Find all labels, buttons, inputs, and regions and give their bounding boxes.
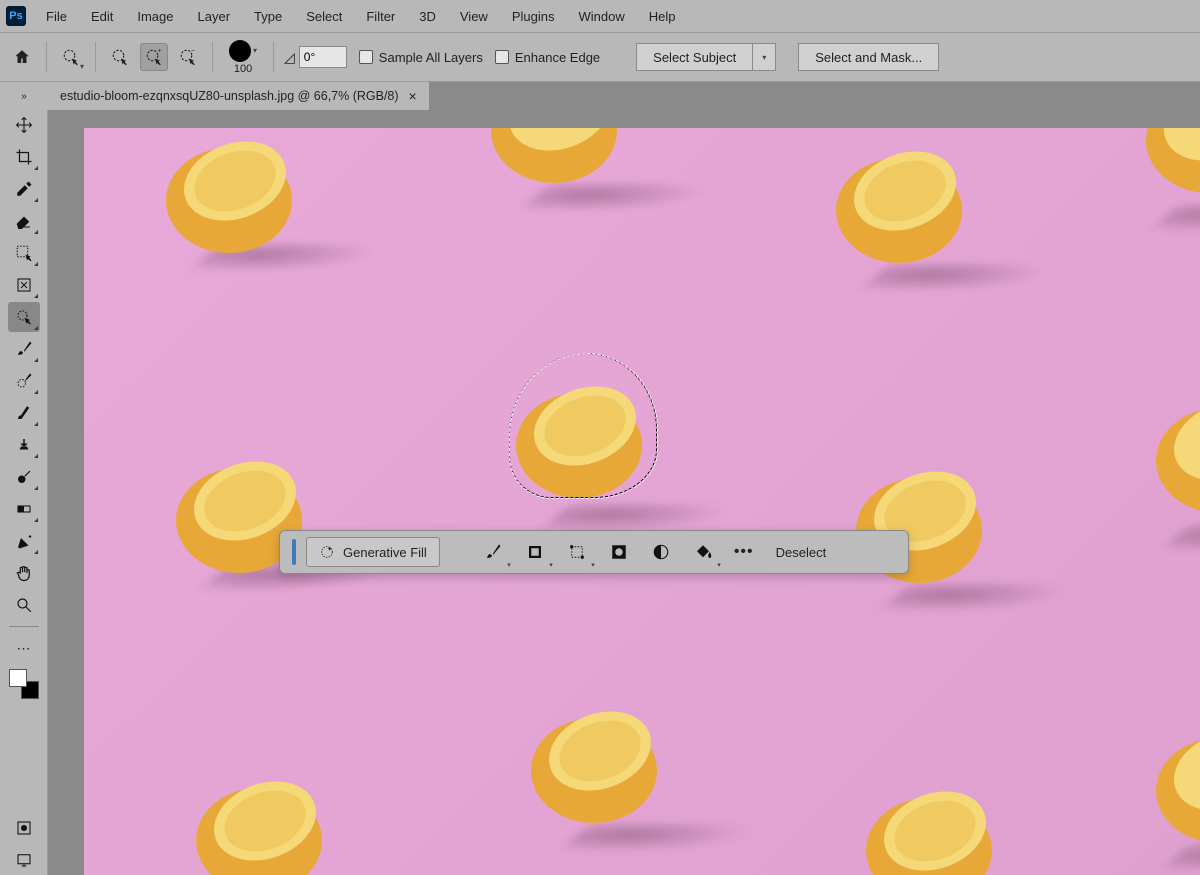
remove-tool[interactable] bbox=[8, 270, 40, 300]
brush-dot-icon bbox=[229, 40, 251, 62]
angle-icon: ◿ bbox=[284, 49, 295, 66]
brush-preview[interactable]: ▾ 100 bbox=[223, 40, 263, 75]
edit-toolbar-icon[interactable]: ⋯ bbox=[8, 633, 40, 663]
select-brush-icon[interactable] bbox=[476, 537, 510, 567]
menu-window[interactable]: Window bbox=[568, 5, 634, 28]
screen-mode-icon[interactable] bbox=[8, 845, 40, 875]
more-options-icon[interactable]: ••• bbox=[728, 543, 760, 561]
select-subject-dropdown[interactable]: ▾ bbox=[752, 43, 776, 71]
modify-selection-icon[interactable] bbox=[518, 537, 552, 567]
crop-tool[interactable] bbox=[8, 142, 40, 172]
select-subject-group: Select Subject ▾ bbox=[636, 43, 776, 71]
invert-selection-icon[interactable] bbox=[644, 537, 678, 567]
angle-input[interactable] bbox=[299, 46, 347, 68]
brush-size-label: 100 bbox=[234, 63, 252, 75]
eraser-tool[interactable] bbox=[8, 206, 40, 236]
sample-all-layers-checkbox[interactable]: Sample All Layers bbox=[359, 50, 483, 65]
toolbar-divider bbox=[9, 626, 39, 627]
home-button[interactable] bbox=[8, 43, 36, 71]
select-and-mask-button[interactable]: Select and Mask... bbox=[798, 43, 939, 71]
tools-panel: ⋯ bbox=[0, 110, 48, 875]
select-subject-button[interactable]: Select Subject bbox=[636, 43, 752, 71]
checkbox-icon[interactable] bbox=[495, 50, 509, 64]
divider bbox=[212, 42, 213, 72]
color-swatches[interactable] bbox=[9, 669, 39, 699]
checkbox-icon[interactable] bbox=[359, 50, 373, 64]
menu-layer[interactable]: Layer bbox=[188, 5, 241, 28]
enhance-edge-label: Enhance Edge bbox=[515, 50, 600, 65]
document-canvas[interactable]: Generative Fill ••• Deselect bbox=[84, 128, 1200, 875]
enhance-edge-checkbox[interactable]: Enhance Edge bbox=[495, 50, 600, 65]
gradient-tool[interactable] bbox=[8, 494, 40, 524]
menu-select[interactable]: Select bbox=[296, 5, 352, 28]
menu-plugins[interactable]: Plugins bbox=[502, 5, 565, 28]
contextual-task-bar: Generative Fill ••• Deselect bbox=[279, 530, 909, 574]
quick-mask-icon[interactable] bbox=[8, 813, 40, 843]
foreground-color-swatch[interactable] bbox=[9, 669, 27, 687]
transform-selection-icon[interactable] bbox=[560, 537, 594, 567]
document-tab-title: estudio-bloom-ezqnxsqUZ80-unsplash.jpg @… bbox=[60, 89, 399, 103]
subtract-from-selection-icon[interactable]: − bbox=[174, 43, 202, 71]
document-tab[interactable]: estudio-bloom-ezqnxsqUZ80-unsplash.jpg @… bbox=[48, 82, 429, 110]
menu-bar: Ps File Edit Image Layer Type Select Fil… bbox=[0, 0, 1200, 32]
menu-file[interactable]: File bbox=[36, 5, 77, 28]
spot-healing-brush-tool[interactable] bbox=[8, 366, 40, 396]
paint-brush-tool[interactable] bbox=[8, 398, 40, 428]
quick-select-new-icon[interactable] bbox=[57, 43, 85, 71]
brush-tool[interactable] bbox=[8, 334, 40, 364]
divider bbox=[46, 42, 47, 72]
eyedropper-tool[interactable] bbox=[8, 174, 40, 204]
divider bbox=[273, 42, 274, 72]
canvas-area[interactable]: Generative Fill ••• Deselect bbox=[48, 110, 1200, 875]
menu-3d[interactable]: 3D bbox=[409, 5, 446, 28]
brush-angle[interactable]: ◿ bbox=[284, 46, 347, 68]
generative-fill-label: Generative Fill bbox=[343, 545, 427, 560]
document-tab-bar: estudio-bloom-ezqnxsqUZ80-unsplash.jpg @… bbox=[0, 82, 1200, 110]
photoshop-logo-icon: Ps bbox=[6, 6, 26, 26]
expand-panels-icon[interactable]: » bbox=[0, 82, 48, 110]
svg-text:−: − bbox=[191, 48, 195, 55]
close-tab-icon[interactable]: × bbox=[409, 88, 417, 104]
object-selection-tool[interactable] bbox=[8, 238, 40, 268]
deselect-button[interactable]: Deselect bbox=[768, 545, 835, 560]
quick-selection-tool[interactable] bbox=[8, 302, 40, 332]
hand-tool[interactable] bbox=[8, 558, 40, 588]
menu-edit[interactable]: Edit bbox=[81, 5, 123, 28]
add-to-selection-icon[interactable]: + bbox=[140, 43, 168, 71]
menu-type[interactable]: Type bbox=[244, 5, 292, 28]
menu-image[interactable]: Image bbox=[127, 5, 183, 28]
new-selection-icon[interactable] bbox=[106, 43, 134, 71]
workspace: ⋯ bbox=[0, 110, 1200, 875]
dodge-tool[interactable] bbox=[8, 462, 40, 492]
clone-stamp-tool[interactable] bbox=[8, 430, 40, 460]
menu-filter[interactable]: Filter bbox=[356, 5, 405, 28]
fill-selection-icon[interactable] bbox=[686, 537, 720, 567]
taskbar-accent bbox=[292, 539, 296, 565]
zoom-tool[interactable] bbox=[8, 590, 40, 620]
divider bbox=[95, 42, 96, 72]
sample-all-layers-label: Sample All Layers bbox=[379, 50, 483, 65]
options-bar: + − ▾ 100 ◿ Sample All Layers Enhance Ed… bbox=[0, 32, 1200, 82]
pen-tool[interactable] bbox=[8, 526, 40, 556]
create-mask-icon[interactable] bbox=[602, 537, 636, 567]
menu-view[interactable]: View bbox=[450, 5, 498, 28]
move-tool[interactable] bbox=[8, 110, 40, 140]
svg-text:+: + bbox=[158, 48, 162, 55]
menu-help[interactable]: Help bbox=[639, 5, 686, 28]
generative-fill-button[interactable]: Generative Fill bbox=[306, 537, 440, 567]
